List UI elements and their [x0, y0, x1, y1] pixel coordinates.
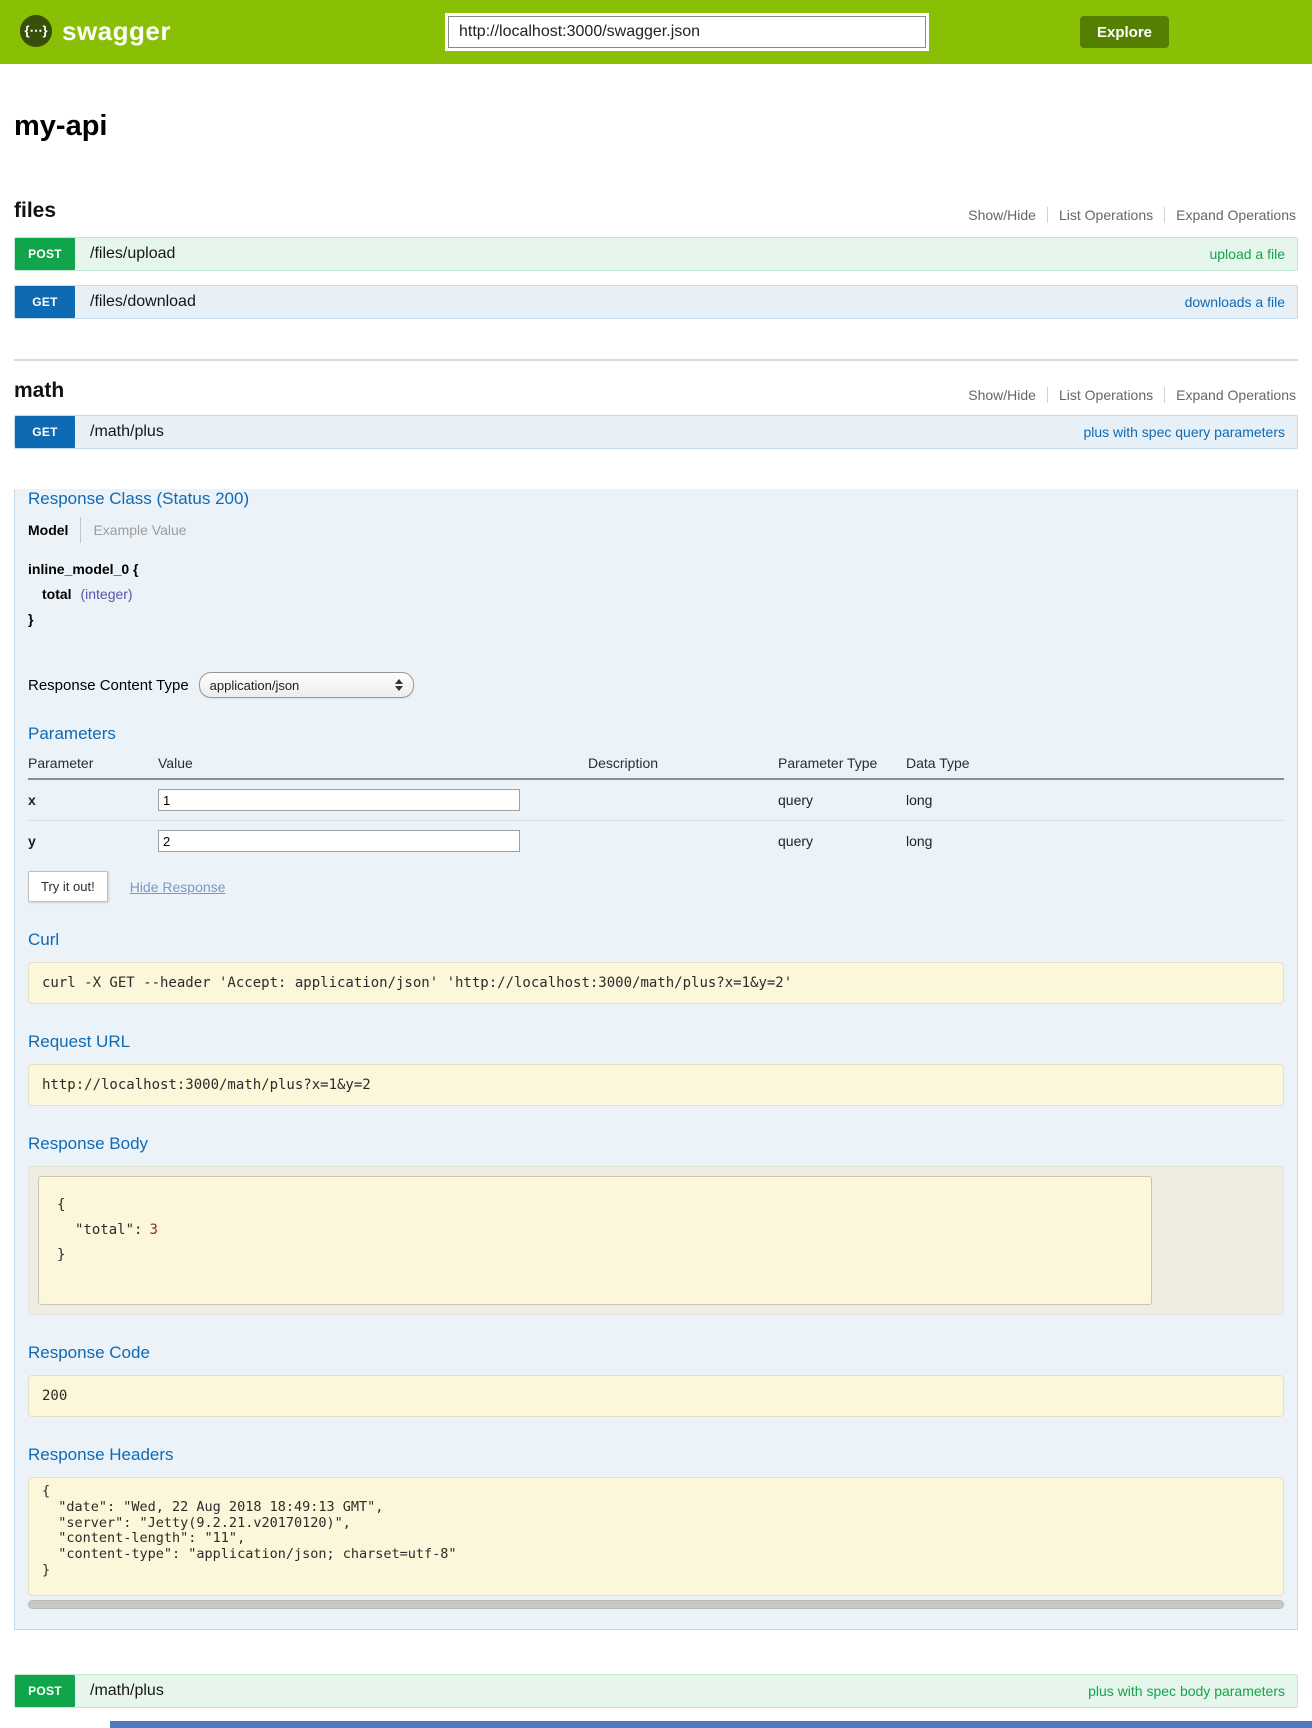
param-data-type: long [906, 779, 1284, 821]
model-property-line: total (integer) [28, 582, 1284, 607]
col-data-type: Data Type [906, 750, 1284, 779]
math-section-title[interactable]: math [14, 379, 64, 403]
files-section-header: files Show/Hide List Operations Expand O… [14, 199, 1298, 223]
operation-summary-link[interactable]: plus with spec body parameters [1088, 1683, 1285, 1699]
select-arrows-icon [395, 679, 403, 691]
tab-separator [80, 517, 81, 543]
horizontal-scrollbar[interactable] [28, 1600, 1284, 1609]
curl-command-box: curl -X GET --header 'Accept: applicatio… [28, 962, 1284, 1004]
response-body-panel: { "total": 3 } [28, 1166, 1284, 1315]
param-data-type: long [906, 821, 1284, 862]
col-value: Value [158, 750, 588, 779]
operation-summary-link[interactable]: plus with spec query parameters [1083, 424, 1285, 440]
operation-summary-link[interactable]: upload a file [1209, 246, 1285, 262]
page-body: my-api files Show/Hide List Operations E… [0, 110, 1312, 1728]
operation-summary-link[interactable]: downloads a file [1185, 294, 1285, 310]
property-type: (integer) [80, 586, 132, 602]
operation-path-link[interactable]: /math/plus [90, 423, 164, 441]
response-headers-heading: Response Headers [28, 1445, 1284, 1465]
page-title: my-api [14, 110, 1298, 143]
json-close-brace: } [57, 1243, 1133, 1268]
explore-button[interactable]: Explore [1080, 16, 1169, 48]
response-content-type-select[interactable]: application/json [199, 672, 414, 698]
files-section-controls: Show/Hide List Operations Expand Operati… [957, 207, 1298, 223]
col-parameter: Parameter [28, 750, 158, 779]
param-y-input[interactable] [158, 830, 520, 852]
swagger-logo-text: swagger [62, 16, 171, 47]
response-body-box: { "total": 3 } [38, 1176, 1152, 1305]
col-parameter-type: Parameter Type [778, 750, 906, 779]
parameters-header-row: Parameter Value Description Parameter Ty… [28, 750, 1284, 779]
method-badge: POST [15, 1675, 75, 1707]
param-row-x: x query long [28, 779, 1284, 821]
response-class-heading: Response Class (Status 200) [28, 489, 1284, 509]
response-code-heading: Response Code [28, 1343, 1284, 1363]
param-type: query [778, 779, 906, 821]
json-value: 3 [149, 1222, 157, 1238]
try-it-out-row: Try it out! Hide Response [28, 871, 1284, 902]
parameters-heading: Parameters [28, 724, 1284, 744]
col-description: Description [588, 750, 778, 779]
response-body-heading: Response Body [28, 1134, 1284, 1154]
spec-url-input[interactable] [448, 16, 926, 48]
math-section-controls: Show/Hide List Operations Expand Operati… [957, 387, 1298, 403]
method-badge: POST [15, 238, 75, 270]
param-description [588, 821, 778, 862]
json-key: "total": [75, 1222, 142, 1238]
show-hide-link[interactable]: Show/Hide [957, 387, 1047, 403]
swagger-logo[interactable]: {⋯} swagger [20, 15, 171, 47]
list-operations-link[interactable]: List Operations [1047, 387, 1164, 403]
method-badge: GET [15, 286, 75, 318]
swagger-braces-icon: {⋯} [20, 15, 52, 47]
operation-row-post-files-upload[interactable]: POST /files/upload upload a file [14, 237, 1298, 271]
param-description [588, 779, 778, 821]
model-close-line: } [28, 607, 1284, 632]
param-type: query [778, 821, 906, 862]
param-name: y [28, 821, 158, 862]
show-hide-link[interactable]: Show/Hide [957, 207, 1047, 223]
param-name: x [28, 779, 158, 821]
response-headers-box: { "date": "Wed, 22 Aug 2018 18:49:13 GMT… [28, 1477, 1284, 1596]
math-section-header: math Show/Hide List Operations Expand Op… [14, 359, 1298, 403]
request-url-box: http://localhost:3000/math/plus?x=1&y=2 [28, 1064, 1284, 1106]
method-badge: GET [15, 416, 75, 448]
footer-bar [110, 1721, 1312, 1728]
files-section-title[interactable]: files [14, 199, 56, 223]
response-code-box: 200 [28, 1375, 1284, 1417]
parameters-table: Parameter Value Description Parameter Ty… [28, 750, 1284, 861]
operation-detail-panel: Response Class (Status 200) Model Exampl… [14, 489, 1298, 1630]
response-content-type-row: Response Content Type application/json [28, 672, 1284, 698]
tab-model[interactable]: Model [28, 522, 68, 538]
json-open-brace: { [57, 1193, 1133, 1218]
param-row-y: y query long [28, 821, 1284, 862]
model-signature: inline_model_0 { total (integer) } [28, 557, 1284, 632]
param-x-input[interactable] [158, 789, 520, 811]
list-operations-link[interactable]: List Operations [1047, 207, 1164, 223]
header-bar: {⋯} swagger Explore [0, 0, 1312, 64]
response-class-tabs: Model Example Value [28, 517, 1284, 543]
hide-response-link[interactable]: Hide Response [130, 879, 226, 895]
operation-row-get-math-plus[interactable]: GET /math/plus plus with spec query para… [14, 415, 1298, 449]
operation-row-post-math-plus[interactable]: POST /math/plus plus with spec body para… [14, 1674, 1298, 1708]
response-content-type-label: Response Content Type [28, 677, 189, 694]
try-it-out-button[interactable]: Try it out! [28, 871, 108, 902]
property-name: total [42, 586, 72, 602]
model-open-line: inline_model_0 { [28, 557, 1284, 582]
operation-path-link[interactable]: /math/plus [90, 1682, 164, 1700]
operation-row-get-files-download[interactable]: GET /files/download downloads a file [14, 285, 1298, 319]
request-url-heading: Request URL [28, 1032, 1284, 1052]
curl-heading: Curl [28, 930, 1284, 950]
operation-path-link[interactable]: /files/upload [90, 245, 175, 263]
json-total-line: "total": 3 [57, 1218, 1133, 1243]
expand-operations-link[interactable]: Expand Operations [1164, 207, 1298, 223]
tab-example-value[interactable]: Example Value [93, 522, 186, 538]
selected-content-type: application/json [210, 678, 300, 693]
expand-operations-link[interactable]: Expand Operations [1164, 387, 1298, 403]
operation-path-link[interactable]: /files/download [90, 293, 196, 311]
